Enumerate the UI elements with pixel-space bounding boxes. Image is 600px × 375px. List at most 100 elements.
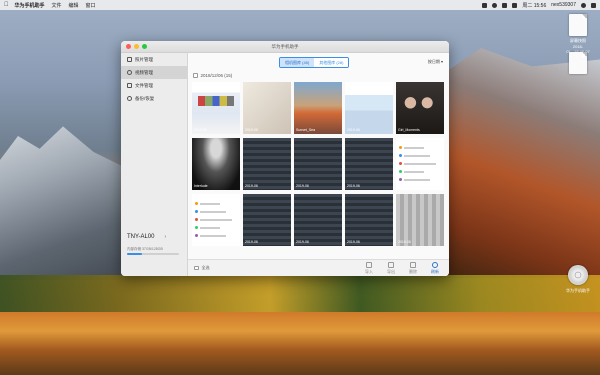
close-window-button[interactable]: [126, 44, 131, 49]
folder-icon: [127, 83, 132, 88]
action-label: 删除: [409, 269, 417, 274]
list-dot: [399, 154, 402, 157]
select-all-label: 全选: [201, 265, 210, 270]
thumbnail-caption: Girl_Moments: [398, 128, 420, 132]
menu-clock[interactable]: 周二 15:56: [522, 2, 546, 9]
bottom-toolbar: 全选 导入 导出 删除 刷新: [188, 259, 449, 276]
photo-thumbnail[interactable]: 2019-06: [243, 82, 291, 134]
thumbnail-caption: 2019-06: [296, 240, 309, 244]
list-dot: [399, 146, 402, 149]
list-dot: [195, 210, 198, 213]
photo-thumbnail[interactable]: Sunset_Sea: [294, 82, 342, 134]
desktop-disk-image[interactable]: 华为手机助手: [563, 265, 593, 294]
document-icon: [569, 52, 587, 74]
photo-thumbnail[interactable]: 2019-06: [345, 138, 393, 190]
thumbnail-caption: 2019-06: [245, 128, 258, 132]
maximize-window-button[interactable]: [142, 44, 147, 49]
list-dot: [195, 234, 198, 237]
list-dot: [399, 162, 402, 165]
photo-thumbnail[interactable]: [192, 194, 240, 246]
storage-bar: [127, 253, 179, 255]
desktop-screenshot-file[interactable]: 屏幕快照 2018-01...15.46.07: [563, 14, 593, 54]
list-line: [200, 227, 220, 229]
list-dot: [195, 218, 198, 221]
desktop-lake: [0, 312, 600, 375]
tray-app-icon[interactable]: [482, 2, 488, 8]
wifi-icon[interactable]: [502, 2, 508, 8]
action-button[interactable]: 导入: [365, 262, 373, 275]
sort-dropdown[interactable]: 按日期 ▾: [428, 59, 443, 65]
action-icon: [432, 262, 438, 268]
device-selector[interactable]: TNY-AL00 ›: [127, 234, 166, 240]
photo-thumbnail[interactable]: 2019-06: [345, 194, 393, 246]
photo-thumbnail[interactable]: 2019-06: [345, 82, 393, 134]
gallery-switch-row: 相机图库 (45) 其他图库 (28) 按日期 ▾: [188, 57, 449, 68]
sidebar: 照片管理 视频管理 文件管理 备份/恢复: [121, 53, 188, 276]
list-dot: [195, 226, 198, 229]
spotlight-search-icon[interactable]: [581, 2, 586, 8]
select-all-checkbox[interactable]: [194, 265, 199, 271]
select-all[interactable]: 全选: [194, 265, 210, 271]
desktop-mountain-right: [430, 48, 600, 278]
device-name: TNY-AL00: [127, 234, 155, 240]
menu-bar-status: 周二 15:56 nex539307: [482, 2, 596, 9]
list-line: [200, 219, 232, 221]
menu-window[interactable]: 窗口: [86, 2, 96, 9]
menu-app-name[interactable]: 华为手机助手: [15, 2, 45, 9]
tab-camera-gallery[interactable]: 相机图库 (45): [280, 58, 315, 67]
sidebar-item-backup[interactable]: 备份/恢复: [121, 92, 187, 105]
sidebar-item-videos[interactable]: 视频管理: [121, 66, 187, 79]
thumbnail-caption: 2019-06: [398, 240, 411, 244]
thumbnail-caption: 2019-06: [194, 128, 207, 132]
action-button[interactable]: 刷新: [431, 262, 439, 275]
sidebar-item-files[interactable]: 文件管理: [121, 79, 187, 92]
desktop-trees: [0, 275, 600, 315]
action-label: 刷新: [431, 269, 439, 274]
list-line: [404, 179, 430, 181]
thumbnail-caption: Interlude: [194, 184, 208, 188]
desktop-file-2[interactable]: [563, 52, 593, 76]
notification-center-icon[interactable]: [591, 2, 596, 8]
photo-thumbnail[interactable]: 2019-06: [192, 82, 240, 134]
sidebar-item-photos[interactable]: 照片管理: [121, 53, 187, 66]
thumbnail-grid: 2019-06 2019-06 Sunset_Sea 2019-06 Girl_Mome…: [192, 82, 446, 246]
date-group-checkbox[interactable]: [193, 73, 198, 78]
video-icon: [127, 70, 132, 75]
main-panel: 相机图库 (45) 其他图库 (28) 按日期 ▾ 2018/12/06 (15…: [188, 53, 449, 276]
photo-thumbnail[interactable]: 2019-06: [294, 194, 342, 246]
action-icon: [366, 262, 372, 268]
tray-app-icon-2[interactable]: [492, 2, 498, 8]
action-button[interactable]: 导出: [387, 262, 395, 275]
date-group-header: 2018/12/06 (15): [193, 73, 232, 78]
window-titlebar[interactable]: 华为手机助手: [121, 41, 449, 53]
photo-thumbnail[interactable]: Interlude: [192, 138, 240, 190]
photo-thumbnail[interactable]: Girl_Moments: [396, 82, 444, 134]
photo-thumbnail[interactable]: [396, 138, 444, 190]
tab-other-gallery[interactable]: 其他图库 (28): [314, 58, 349, 67]
minimize-window-button[interactable]: [134, 44, 139, 49]
action-label: 导入: [365, 269, 373, 274]
photo-icon: [127, 57, 132, 62]
menu-user[interactable]: nex539307: [551, 2, 576, 8]
thumbnail-caption: 2019-06: [347, 128, 360, 132]
gallery-segmented-control: 相机图库 (45) 其他图库 (28): [279, 57, 350, 68]
list-dot: [399, 178, 402, 181]
app-window: 华为手机助手 照片管理 视频管理 文件管理 备份/恢复 TNY-AL00 › 内…: [121, 41, 449, 276]
battery-icon[interactable]: [512, 2, 518, 8]
apple-menu-icon[interactable]: : [4, 2, 9, 8]
list-line: [404, 163, 436, 165]
sidebar-item-label: 备份/恢复: [135, 95, 155, 101]
chevron-right-icon: ›: [164, 234, 167, 240]
photo-thumbnail[interactable]: 2019-06: [294, 138, 342, 190]
action-button[interactable]: 删除: [409, 262, 417, 275]
photo-thumbnail[interactable]: 2019-06: [243, 138, 291, 190]
photo-thumbnail[interactable]: 2019-06: [243, 194, 291, 246]
thumbnail-caption: 2019-06: [245, 184, 258, 188]
desktop-disk-label: 华为手机助手: [566, 288, 590, 293]
list-dot: [399, 170, 402, 173]
menu-edit[interactable]: 编辑: [69, 2, 79, 9]
photo-thumbnail[interactable]: 2019-06: [396, 194, 444, 246]
action-buttons: 导入 导出 删除 刷新: [365, 262, 439, 275]
sidebar-item-label: 视频管理: [135, 69, 153, 75]
menu-file[interactable]: 文件: [52, 2, 62, 9]
